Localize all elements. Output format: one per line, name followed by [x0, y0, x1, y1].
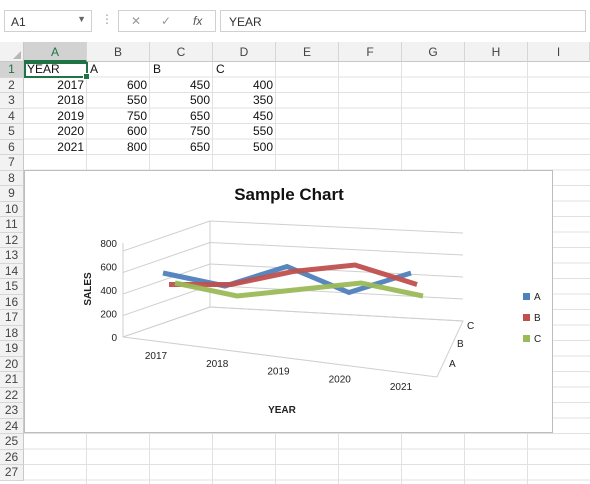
row-header-12[interactable]: 12	[0, 232, 24, 248]
column-header-f[interactable]: F	[339, 42, 402, 62]
x-tick-label: 2017	[145, 351, 168, 362]
x-tick-label: 2019	[267, 367, 290, 378]
cell-d4[interactable]: 450	[216, 109, 273, 125]
cell-c5[interactable]: 750	[153, 124, 210, 140]
more-icon[interactable]: ⋮	[101, 12, 113, 26]
column-header-a[interactable]: A	[24, 42, 87, 62]
formula-input[interactable]: YEAR	[220, 10, 586, 32]
name-box-value: A1	[11, 15, 26, 29]
column-header-i[interactable]: I	[528, 42, 590, 62]
cell-d3[interactable]: 350	[216, 93, 273, 109]
chart-object[interactable]: Sample Chart 0 200 400 600 800 YEAR SALES 2017 20…	[24, 170, 553, 433]
cell-a4[interactable]: 2019	[27, 109, 84, 125]
cell-d1[interactable]: C	[216, 62, 273, 78]
formula-buttons: ✕ ✓ fx	[118, 10, 216, 32]
legend-swatch-c	[523, 335, 530, 342]
name-box[interactable]: A1 ▼	[4, 10, 92, 32]
row-header-11[interactable]: 11	[0, 217, 24, 233]
legend-label-c: C	[534, 334, 541, 345]
row-header-17[interactable]: 17	[0, 310, 24, 326]
depth-label: C	[467, 321, 474, 332]
active-cell-cursor	[24, 62, 90, 80]
cell-a6[interactable]: 2021	[27, 140, 84, 156]
row-header-2[interactable]: 2	[0, 77, 24, 93]
column-header-e[interactable]: E	[276, 42, 339, 62]
select-all-corner[interactable]	[0, 42, 24, 62]
column-header-g[interactable]: G	[402, 42, 465, 62]
row-header-21[interactable]: 21	[0, 372, 24, 388]
y-axis-title: SALES	[83, 272, 94, 306]
legend-label-a: A	[534, 292, 541, 303]
cell-a5[interactable]: 2020	[27, 124, 84, 140]
y-tick-label: 600	[100, 263, 117, 274]
row-header-26[interactable]: 26	[0, 449, 24, 465]
cell-c3[interactable]: 500	[153, 93, 210, 109]
cell-d2[interactable]: 400	[216, 78, 273, 94]
cell-b5[interactable]: 600	[90, 124, 147, 140]
y-tick-label: 200	[100, 310, 117, 321]
formula-value: YEAR	[229, 15, 262, 29]
cancel-icon[interactable]: ✕	[131, 14, 141, 28]
chart-title: Sample Chart	[234, 185, 344, 204]
row-header-20[interactable]: 20	[0, 356, 24, 372]
row-header-3[interactable]: 3	[0, 93, 24, 109]
row-header-4[interactable]: 4	[0, 108, 24, 124]
y-tick-label: 400	[100, 286, 117, 297]
legend-label-b: B	[534, 313, 541, 324]
x-axis-title: YEAR	[268, 405, 297, 416]
cell-c2[interactable]: 450	[153, 78, 210, 94]
cell-b6[interactable]: 800	[90, 140, 147, 156]
row-header-23[interactable]: 23	[0, 403, 24, 419]
fx-icon[interactable]: fx	[193, 14, 202, 28]
formula-bar: A1 ▼ ⋮ ✕ ✓ fx YEAR	[0, 0, 590, 42]
column-header-d[interactable]: D	[213, 42, 276, 62]
cell-d6[interactable]: 500	[216, 140, 273, 156]
x-tick-label: 2020	[329, 374, 352, 385]
row-header-27[interactable]: 27	[0, 465, 24, 481]
check-icon[interactable]: ✓	[161, 14, 171, 28]
cell-b2[interactable]: 600	[90, 78, 147, 94]
row-header-5[interactable]: 5	[0, 124, 24, 140]
legend-swatch-a	[523, 293, 530, 300]
depth-label: A	[449, 359, 456, 370]
x-tick-label: 2021	[390, 382, 413, 393]
row-header-19[interactable]: 19	[0, 341, 24, 357]
row-header-16[interactable]: 16	[0, 294, 24, 310]
row-header-6[interactable]: 6	[0, 139, 24, 155]
depth-label: B	[457, 339, 464, 350]
cell-d5[interactable]: 550	[216, 124, 273, 140]
row-header-22[interactable]: 22	[0, 387, 24, 403]
legend-swatch-b	[523, 314, 530, 321]
cell-a3[interactable]: 2018	[27, 93, 84, 109]
gridline	[209, 242, 464, 256]
y-tick-label: 0	[111, 333, 117, 344]
row-header-7[interactable]: 7	[0, 155, 24, 171]
row-header-14[interactable]: 14	[0, 263, 24, 279]
chart-floor	[122, 306, 464, 378]
cell-a2[interactable]: 2017	[27, 78, 84, 94]
y-tick-label: 800	[100, 239, 117, 250]
cell-c4[interactable]: 650	[153, 109, 210, 125]
cell-b4[interactable]: 750	[90, 109, 147, 125]
cell-b1[interactable]: A	[90, 62, 147, 78]
x-tick-label: 2018	[206, 359, 229, 370]
column-header-h[interactable]: H	[465, 42, 528, 62]
cell-c6[interactable]: 650	[153, 140, 210, 156]
cell-b3[interactable]: 550	[90, 93, 147, 109]
row-header-25[interactable]: 25	[0, 434, 24, 450]
row-header-24[interactable]: 24	[0, 418, 24, 434]
row-header-10[interactable]: 10	[0, 201, 24, 217]
chart-svg: Sample Chart 0 200 400 600 800 YEAR SALES 2017 20…	[83, 185, 541, 416]
chevron-down-icon[interactable]: ▼	[77, 14, 86, 24]
row-header-18[interactable]: 18	[0, 325, 24, 341]
row-header-8[interactable]: 8	[0, 170, 24, 186]
column-header-b[interactable]: B	[87, 42, 150, 62]
gridline	[209, 220, 464, 234]
column-header-c[interactable]: C	[150, 42, 213, 62]
row-header-13[interactable]: 13	[0, 248, 24, 264]
cell-c1[interactable]: B	[153, 62, 210, 78]
row-header-1[interactable]: 1	[0, 62, 24, 78]
row-header-15[interactable]: 15	[0, 279, 24, 295]
row-header-9[interactable]: 9	[0, 186, 24, 202]
